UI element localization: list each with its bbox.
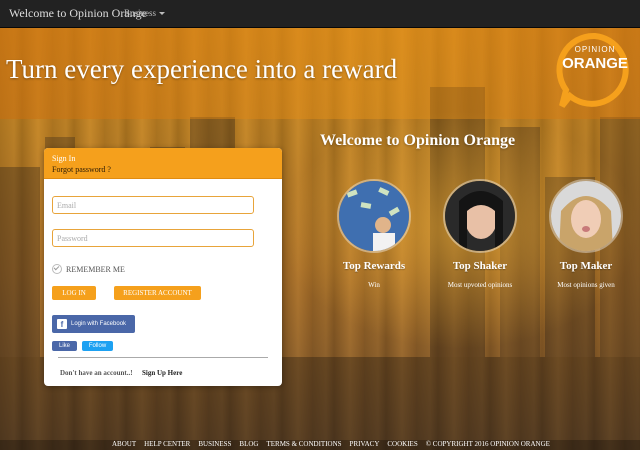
panel-divider [58,357,268,358]
facebook-like-label: Like [58,343,70,349]
login-panel: Sign In Forgot password ? REMEMBER ME LO… [44,148,282,386]
top-navbar: Welcome to Opinion Orange Business [0,0,640,28]
award-subtitle-top-maker: Most opinions given [557,281,615,289]
footer-link-help-center[interactable]: HELP CENTER [144,440,190,448]
password-field[interactable] [52,229,254,247]
remember-me-label: REMEMBER ME [66,264,125,274]
footer-link-privacy[interactable]: PRIVACY [350,440,380,448]
footer-link-cookies[interactable]: COOKIES [387,440,417,448]
footer-link-blog[interactable]: BLOG [239,440,258,448]
email-field[interactable] [52,196,254,214]
avatar-top-shaker[interactable] [443,179,517,253]
logo-text-orange: ORANGE [562,55,628,72]
twitter-follow-label: Follow [88,343,107,349]
no-account-text: Don't have an account..! [60,369,133,377]
caret-down-icon [159,12,166,16]
signin-heading: Sign In [52,154,76,163]
award-subtitle-top-rewards: Win [368,281,380,289]
hero-tagline: Turn every experience into a reward [6,54,398,84]
remember-me-checkbox[interactable] [52,264,62,274]
money-rain-image-icon [339,181,409,251]
business-dropdown[interactable]: Business [124,8,166,18]
welcome-heading: Welcome to Opinion Orange [320,132,516,149]
facebook-login-label: Login with Facebook [71,321,127,327]
register-account-button[interactable]: REGISTER ACCOUNT [114,286,201,300]
award-title-top-rewards: Top Rewards [342,260,406,272]
opinion-orange-logo[interactable]: OPINION ORANGE [556,32,634,110]
business-dropdown-label: Business [124,8,157,18]
footer-link-business[interactable]: BUSINESS [198,440,231,448]
award-title-top-maker: Top Maker [559,260,613,272]
award-subtitle-top-shaker: Most upvoted opinions [447,281,513,289]
award-title-top-shaker: Top Shaker [452,260,508,272]
footer-links: ABOUT HELP CENTER BUSINESS BLOG TERMS & … [112,440,550,448]
login-button[interactable]: LOG IN [52,286,96,300]
facebook-like-button[interactable]: Like [52,341,77,351]
facebook-icon: f [57,319,67,329]
twitter-follow-button[interactable]: Follow [82,341,113,351]
portrait-woman-blonde-icon [551,181,621,251]
facebook-login-button[interactable]: f Login with Facebook [52,315,135,333]
footer-copyright: © COPYRIGHT 2016 OPINION ORANGE [425,440,550,448]
footer-link-terms[interactable]: TERMS & CONDITIONS [266,440,341,448]
footer-link-about[interactable]: ABOUT [112,440,136,448]
login-panel-header: Sign In Forgot password ? [44,148,282,179]
avatar-top-rewards[interactable] [337,179,411,253]
remember-me-row[interactable]: REMEMBER ME [52,264,125,274]
portrait-woman-dark-hair-icon [445,181,515,251]
logo-text-opinion: OPINION [574,45,616,54]
avatar-top-maker[interactable] [549,179,623,253]
forgot-password-link[interactable]: Forgot password ? [52,165,111,174]
signup-link[interactable]: Sign Up Here [142,369,182,377]
